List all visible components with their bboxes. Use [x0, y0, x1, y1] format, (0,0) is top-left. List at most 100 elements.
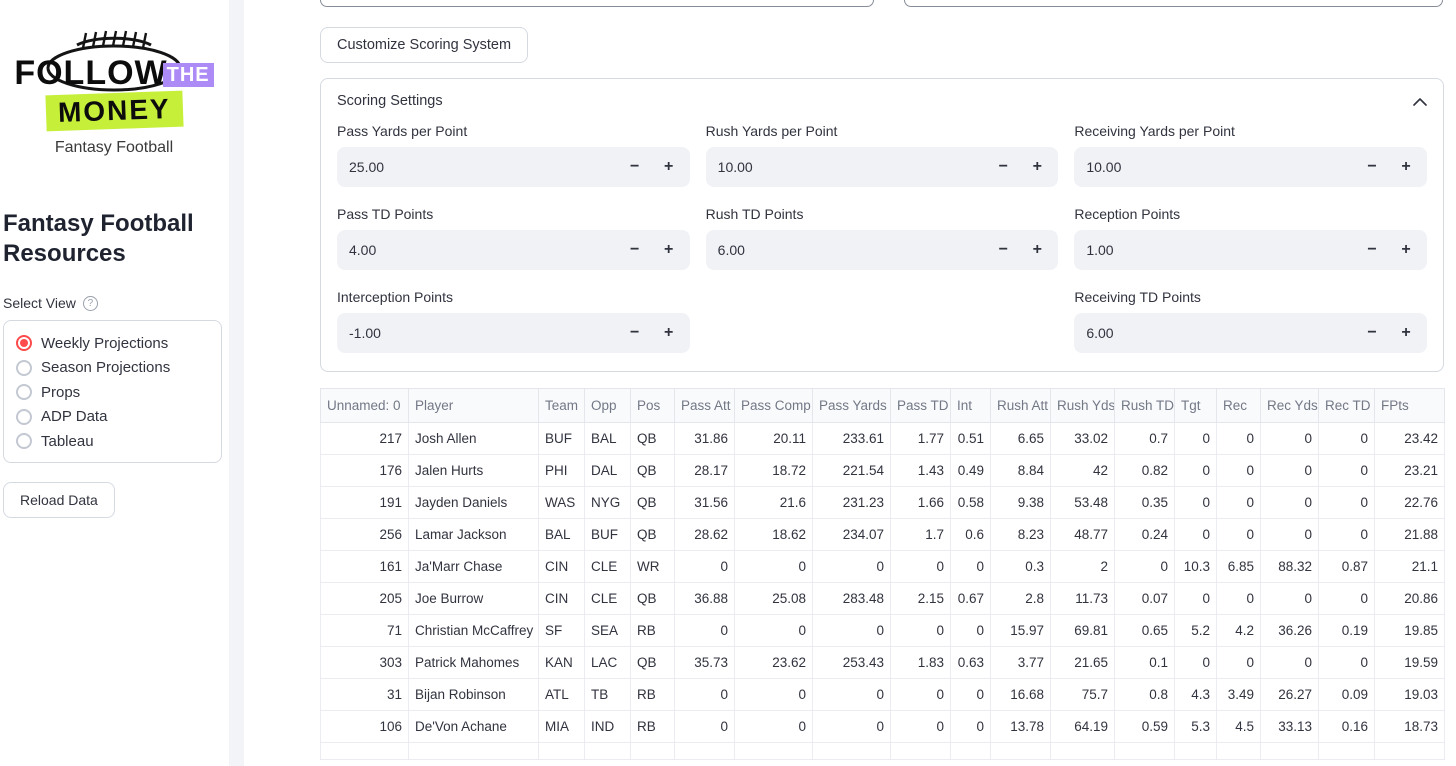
table-cell[interactable]: 1.83 — [890, 646, 951, 679]
table-header-cell[interactable]: Rush Yds — [1050, 388, 1115, 423]
table-header-cell[interactable]: Pass TD — [890, 388, 951, 423]
table-cell[interactable]: 0 — [1318, 486, 1375, 519]
table-cell[interactable]: Josh Allen — [408, 422, 539, 455]
increment-button[interactable]: + — [1389, 230, 1423, 270]
table-cell[interactable]: 0 — [674, 614, 735, 647]
table-cell[interactable]: 18.62 — [734, 518, 813, 551]
table-cell[interactable]: 0 — [1174, 454, 1217, 487]
table-cell[interactable]: 0 — [1216, 486, 1261, 519]
table-cell[interactable]: 31.86 — [674, 422, 735, 455]
decrement-button[interactable]: − — [986, 147, 1020, 187]
table-cell[interactable]: 0.59 — [1114, 710, 1175, 743]
table-cell[interactable]: 0 — [950, 550, 991, 583]
table-cell[interactable]: Jalen Hurts — [408, 454, 539, 487]
table-cell[interactable]: QB — [630, 454, 675, 487]
table-cell[interactable] — [538, 742, 585, 760]
table-cell[interactable]: 0.19 — [1318, 614, 1375, 647]
number-input[interactable]: 6.00− + — [705, 230, 1059, 270]
number-input-value[interactable]: 25.00 — [349, 159, 618, 175]
table-cell[interactable]: 0 — [1216, 518, 1261, 551]
table-cell[interactable]: 21.1 — [1374, 550, 1445, 583]
table-cell[interactable]: 23.62 — [734, 646, 813, 679]
table-cell[interactable]: 1.66 — [890, 486, 951, 519]
table-cell[interactable]: DAL — [584, 454, 631, 487]
table-cell[interactable]: 253.43 — [812, 646, 891, 679]
table-cell[interactable]: De'Von Achane — [408, 710, 539, 743]
table-cell[interactable]: 231.23 — [812, 486, 891, 519]
decrement-button[interactable]: − — [618, 147, 652, 187]
table-cell[interactable] — [812, 742, 891, 760]
table-cell[interactable]: SF — [538, 614, 585, 647]
increment-button[interactable]: + — [1020, 147, 1054, 187]
table-cell[interactable]: 21.65 — [1050, 646, 1115, 679]
table-cell[interactable]: NYG — [584, 486, 631, 519]
table-cell[interactable]: 2 — [1050, 550, 1115, 583]
table-cell[interactable]: BAL — [538, 518, 585, 551]
table-cell[interactable]: 8.23 — [990, 518, 1051, 551]
table-cell[interactable] — [890, 742, 951, 760]
table-cell[interactable] — [1374, 742, 1445, 760]
table-cell[interactable]: 1.7 — [890, 518, 951, 551]
table-header-cell[interactable]: Rec Yds — [1260, 388, 1319, 423]
table-cell[interactable]: QB — [630, 422, 675, 455]
table-cell[interactable]: 0 — [812, 678, 891, 711]
table-cell[interactable]: 69.81 — [1050, 614, 1115, 647]
table-cell[interactable]: 2.15 — [890, 582, 951, 615]
radio-option-season-projections[interactable]: Season Projections — [16, 356, 213, 381]
table-cell[interactable]: Ja'Marr Chase — [408, 550, 539, 583]
table-cell[interactable] — [674, 742, 735, 760]
increment-button[interactable]: + — [652, 313, 686, 353]
reload-data-button[interactable]: Reload Data — [3, 481, 115, 518]
decrement-button[interactable]: − — [1355, 147, 1389, 187]
table-cell[interactable]: 303 — [320, 646, 409, 679]
table-cell[interactable]: 0 — [1216, 646, 1261, 679]
top-widget-right[interactable] — [904, 0, 1443, 7]
table-cell[interactable]: 0 — [734, 678, 813, 711]
table-cell[interactable]: 21.88 — [1374, 518, 1445, 551]
table-cell[interactable]: 0 — [950, 614, 991, 647]
number-input-value[interactable]: 1.00 — [1086, 242, 1355, 258]
decrement-button[interactable]: − — [1355, 313, 1389, 353]
table-cell[interactable]: 4.2 — [1216, 614, 1261, 647]
table-cell[interactable]: 26.27 — [1260, 678, 1319, 711]
table-cell[interactable]: 4.5 — [1216, 710, 1261, 743]
table-cell[interactable]: 10.3 — [1174, 550, 1217, 583]
table-cell[interactable]: QB — [630, 518, 675, 551]
table-cell[interactable]: 13.78 — [990, 710, 1051, 743]
table-cell[interactable]: 0 — [1260, 582, 1319, 615]
table-cell[interactable]: 0.51 — [950, 422, 991, 455]
radio-option-adp-data[interactable]: ADP Data — [16, 405, 213, 430]
number-input-value[interactable]: 4.00 — [349, 242, 618, 258]
table-header-cell[interactable]: Pos — [630, 388, 675, 423]
number-input-value[interactable]: 6.00 — [718, 242, 987, 258]
table-cell[interactable]: WR — [630, 550, 675, 583]
customize-scoring-button[interactable]: Customize Scoring System — [320, 27, 529, 63]
table-cell[interactable]: 0.87 — [1318, 550, 1375, 583]
table-cell[interactable]: 35.73 — [674, 646, 735, 679]
table-cell[interactable] — [584, 742, 631, 760]
radio-option-tableau[interactable]: Tableau — [16, 429, 213, 454]
table-cell[interactable]: 0.6 — [950, 518, 991, 551]
table-cell[interactable]: 19.03 — [1374, 678, 1445, 711]
table-cell[interactable]: 0 — [1174, 646, 1217, 679]
table-cell[interactable]: 48.77 — [1050, 518, 1115, 551]
table-header-cell[interactable]: Player — [408, 388, 539, 423]
table-cell[interactable]: Bijan Robinson — [408, 678, 539, 711]
number-input-value[interactable]: 6.00 — [1086, 325, 1355, 341]
table-cell[interactable]: ATL — [538, 678, 585, 711]
table-cell[interactable]: 0.07 — [1114, 582, 1175, 615]
table-cell[interactable]: 0 — [950, 678, 991, 711]
table-cell[interactable]: 0.7 — [1114, 422, 1175, 455]
table-cell[interactable]: 0 — [812, 710, 891, 743]
table-cell[interactable]: 6.65 — [990, 422, 1051, 455]
number-input[interactable]: 4.00− + — [337, 230, 690, 270]
table-cell[interactable]: RB — [630, 678, 675, 711]
table-cell[interactable]: 42 — [1050, 454, 1115, 487]
expander-header[interactable]: Scoring Settings — [321, 79, 1443, 121]
table-cell[interactable]: 0.24 — [1114, 518, 1175, 551]
table-cell[interactable]: 0 — [890, 678, 951, 711]
chevron-up-icon[interactable] — [1413, 97, 1427, 106]
table-cell[interactable]: Joe Burrow — [408, 582, 539, 615]
table-header-cell[interactable]: Rec — [1216, 388, 1261, 423]
table-cell[interactable]: 5.2 — [1174, 614, 1217, 647]
